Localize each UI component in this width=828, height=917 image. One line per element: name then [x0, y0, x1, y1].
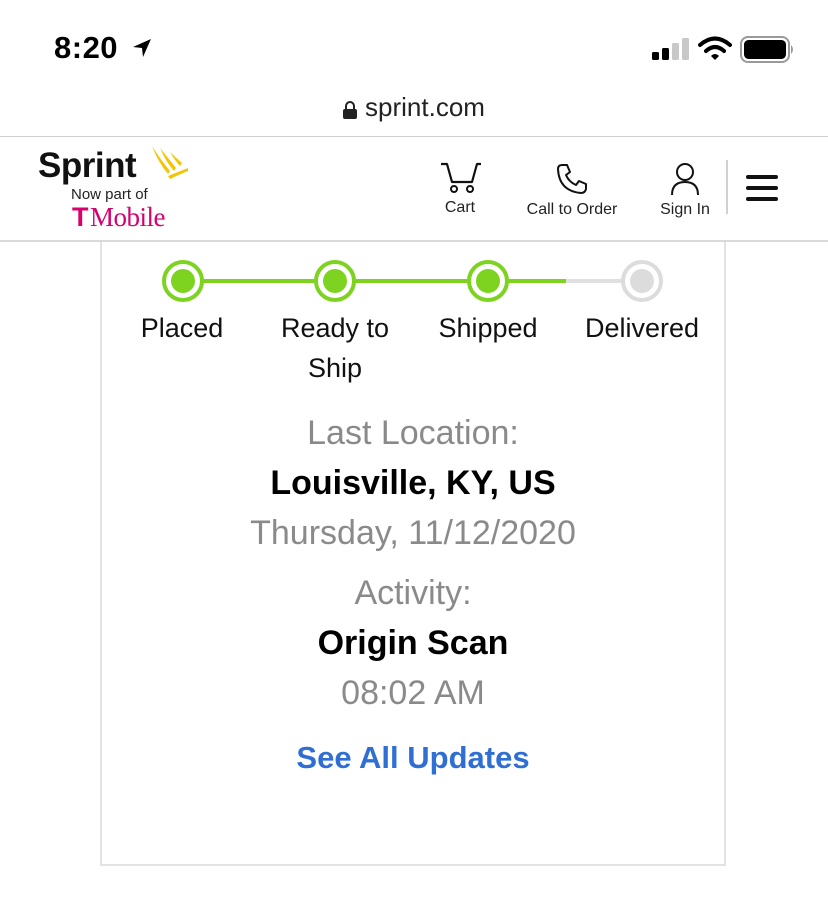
call-to-order-label: Call to Order: [526, 201, 618, 218]
phone-icon: [557, 164, 587, 194]
last-location-label: Last Location:: [307, 414, 519, 452]
step-marker-placed: [162, 260, 204, 302]
hamburger-bar: [746, 186, 778, 190]
url-text: sprint.com: [365, 92, 485, 122]
step-marker-shipped: [467, 260, 509, 302]
sign-in-button[interactable]: Sign In: [652, 162, 718, 219]
location-arrow-icon: [133, 39, 151, 57]
tmobile-t-mark: T: [72, 202, 89, 232]
cart-icon: [441, 162, 481, 193]
tmobile-name: Mobile: [90, 202, 166, 232]
battery-icon: [740, 36, 793, 63]
lock-icon: [343, 101, 358, 119]
hamburger-menu-icon[interactable]: [746, 175, 778, 203]
cart-label: Cart: [444, 199, 476, 216]
hamburger-bar: [746, 197, 778, 201]
last-location-value: Louisville, KY, US: [270, 464, 556, 502]
sprint-logo-text[interactable]: Sprint: [38, 146, 137, 186]
logo-tagline: Now part of: [71, 186, 148, 203]
wifi-icon: [698, 36, 732, 60]
cart-button[interactable]: Cart: [434, 160, 486, 217]
sprint-wings-icon: [152, 146, 188, 179]
address-bar[interactable]: sprint.com: [0, 92, 828, 132]
step-label-delivered: Delivered: [584, 313, 700, 343]
activity-label: Activity:: [354, 574, 472, 612]
cellular-signal-icon: [652, 38, 689, 60]
tmobile-logo: TMobile: [72, 202, 166, 233]
sign-in-label: Sign In: [660, 201, 710, 218]
step-label-shipped: Shipped: [438, 313, 538, 343]
status-bar: 8:20: [0, 0, 828, 90]
step-label-ready-to-ship: Ready to Ship: [280, 313, 390, 383]
nav-divider: [726, 160, 728, 214]
call-to-order-button[interactable]: Call to Order: [516, 162, 628, 219]
activity-value: Origin Scan: [317, 624, 509, 662]
status-time: 8:20: [54, 30, 119, 65]
user-icon: [671, 163, 699, 196]
step-label-placed: Placed: [140, 313, 224, 343]
see-all-updates-link[interactable]: See All Updates: [100, 740, 726, 776]
hamburger-bar: [746, 175, 778, 179]
last-location-date: Thursday, 11/12/2020: [250, 514, 576, 552]
step-marker-delivered: [621, 260, 663, 302]
step-marker-ready-to-ship: [314, 260, 356, 302]
activity-time: 08:02 AM: [341, 674, 485, 712]
